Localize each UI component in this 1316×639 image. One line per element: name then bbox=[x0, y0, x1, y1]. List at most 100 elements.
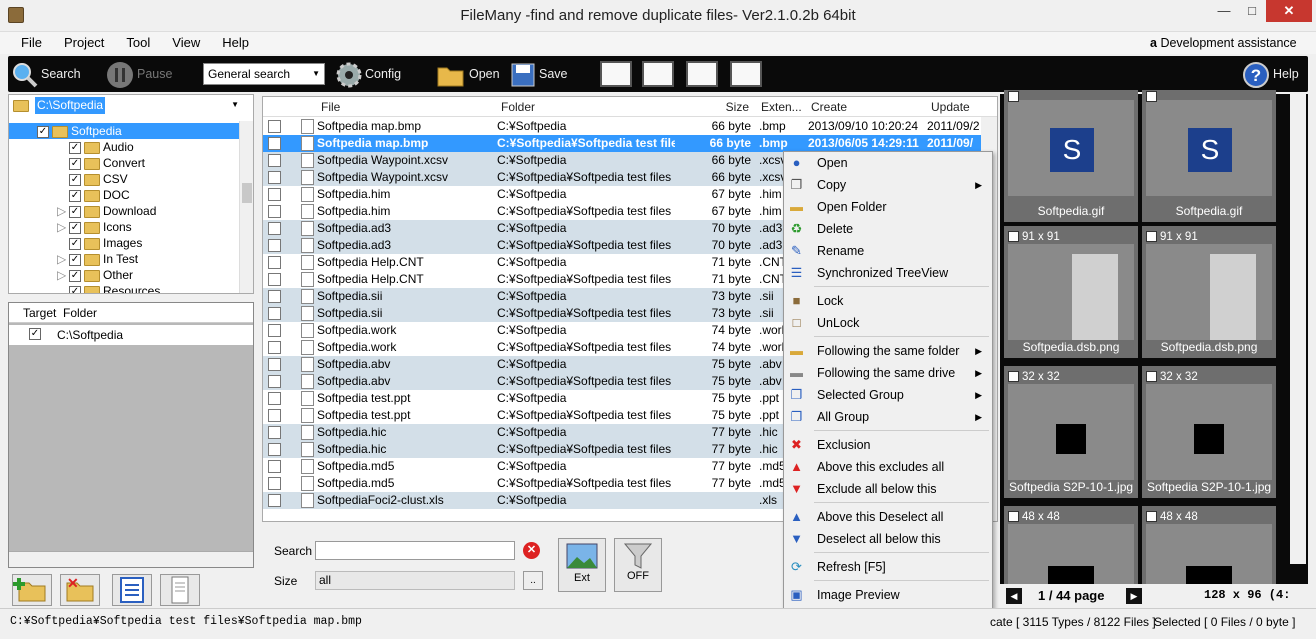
row-checkbox[interactable] bbox=[268, 307, 281, 320]
thumbnail-item[interactable]: S Softpedia.gif bbox=[1142, 90, 1276, 222]
checkbox[interactable]: ✓ bbox=[69, 205, 81, 218]
column-header-folder[interactable]: Folder bbox=[495, 97, 675, 117]
row-checkbox[interactable] bbox=[268, 409, 281, 422]
thumbnail-item[interactable]: S Softpedia.gif bbox=[1004, 90, 1138, 222]
thumbnail-checkbox[interactable] bbox=[1146, 511, 1157, 523]
context-menu-item[interactable]: ▲ Above this excludes all bbox=[784, 456, 992, 478]
thumbnail-item[interactable]: 32 x 32 Softpedia S2P-10-1.jpg bbox=[1004, 366, 1138, 498]
save-button[interactable]: Save bbox=[510, 56, 568, 92]
thumbnail-checkbox[interactable] bbox=[1008, 91, 1019, 103]
thumbnail-checkbox[interactable] bbox=[1008, 511, 1019, 523]
tree-item[interactable]: ▷ ✓ Icons bbox=[57, 219, 132, 235]
minimize-button[interactable]: — bbox=[1210, 0, 1238, 22]
ext-filter-button[interactable]: Ext bbox=[558, 538, 606, 592]
row-checkbox[interactable] bbox=[268, 205, 281, 218]
checkbox[interactable]: ✓ bbox=[69, 269, 81, 282]
list-view-button[interactable] bbox=[112, 574, 152, 606]
expand-icon[interactable]: ▷ bbox=[57, 251, 69, 267]
context-menu-item[interactable]: ▬ Following the same drive ▶ bbox=[784, 362, 992, 384]
help-button[interactable]: ? Help bbox=[1242, 56, 1299, 92]
expand-icon[interactable]: ▷ bbox=[57, 203, 69, 219]
menu-tool[interactable]: Tool bbox=[115, 32, 161, 54]
clear-search-button[interactable]: ✕ bbox=[523, 542, 540, 559]
column-header-size[interactable]: Size bbox=[675, 97, 751, 117]
column-header-update[interactable]: Update bbox=[923, 97, 997, 117]
row-checkbox[interactable] bbox=[268, 426, 281, 439]
context-menu-item[interactable]: ♻ Delete bbox=[784, 218, 992, 240]
row-checkbox[interactable] bbox=[268, 358, 281, 371]
thumbnail-item[interactable]: 32 x 32 Softpedia S2P-10-1.jpg bbox=[1142, 366, 1276, 498]
scroll-thumb[interactable] bbox=[242, 183, 252, 203]
target-row[interactable]: ✓ C:\Softpedia bbox=[9, 325, 253, 345]
search-button[interactable]: Search bbox=[12, 56, 81, 92]
thumbnail-checkbox[interactable] bbox=[1008, 371, 1019, 383]
row-checkbox[interactable] bbox=[268, 188, 281, 201]
thumbnail-item[interactable]: 91 x 91 Softpedia.dsb.png bbox=[1004, 226, 1138, 358]
row-checkbox[interactable] bbox=[268, 392, 281, 405]
layout-button-1[interactable] bbox=[600, 61, 632, 87]
context-menu-item[interactable]: ⟳ Refresh [F5] bbox=[784, 556, 992, 578]
tree-item[interactable]: ✓ CSV bbox=[69, 171, 128, 187]
tree-item[interactable]: ✓ Convert bbox=[69, 155, 145, 171]
maximize-button[interactable]: □ bbox=[1238, 0, 1266, 22]
tree-item[interactable]: ▷ ✓ Download bbox=[57, 203, 156, 219]
tree-item[interactable]: ✓ DOC bbox=[69, 187, 130, 203]
row-checkbox[interactable] bbox=[268, 273, 281, 286]
menu-view[interactable]: View bbox=[161, 32, 211, 54]
next-page-button[interactable]: ▶ bbox=[1126, 588, 1142, 604]
layout-button-2[interactable] bbox=[642, 61, 674, 87]
filter-off-button[interactable]: OFF bbox=[614, 538, 662, 592]
thumbnail-checkbox[interactable] bbox=[1008, 231, 1019, 243]
checkbox[interactable]: ✓ bbox=[69, 253, 81, 266]
location-combo[interactable]: C:\Softpedia ▼ bbox=[11, 97, 241, 115]
checkbox[interactable]: ✓ bbox=[69, 189, 81, 202]
thumbnail-size[interactable]: 128 x 96 (4: bbox=[1204, 588, 1290, 602]
menu-project[interactable]: Project bbox=[53, 32, 115, 54]
checkbox[interactable]: ✓ bbox=[69, 221, 81, 234]
context-menu-item[interactable]: ☰ Synchronized TreeView bbox=[784, 262, 992, 284]
tree-item[interactable]: ▷ ✓ In Test bbox=[57, 251, 138, 267]
context-menu-item[interactable]: ▬ Open Folder bbox=[784, 196, 992, 218]
checkbox[interactable]: ✓ bbox=[69, 237, 81, 250]
context-menu-item[interactable]: ✖ Exclusion bbox=[784, 434, 992, 456]
target-scrollbar[interactable] bbox=[9, 551, 253, 567]
row-checkbox[interactable] bbox=[268, 290, 281, 303]
column-header-create[interactable]: Create bbox=[803, 97, 923, 117]
tree-item[interactable]: ✓ Resources bbox=[69, 283, 160, 293]
row-checkbox[interactable] bbox=[268, 375, 281, 388]
context-menu-item[interactable]: ■ Lock bbox=[784, 290, 992, 312]
layout-button-4[interactable] bbox=[730, 61, 762, 87]
expand-icon[interactable]: ▷ bbox=[57, 219, 69, 235]
row-checkbox[interactable] bbox=[268, 494, 281, 507]
remove-folder-button[interactable]: ✕ bbox=[60, 574, 100, 606]
checkbox[interactable]: ✓ bbox=[69, 141, 81, 154]
context-menu-item[interactable]: ❐ Selected Group ▶ bbox=[784, 384, 992, 406]
context-menu-item[interactable]: ▼ Exclude all below this bbox=[784, 478, 992, 500]
thumbnail-checkbox[interactable] bbox=[1146, 231, 1157, 243]
thumbnail-checkbox[interactable] bbox=[1146, 91, 1157, 103]
context-menu-item[interactable]: ▲ Above this Deselect all bbox=[784, 506, 992, 528]
checkbox[interactable]: ✓ bbox=[69, 157, 81, 170]
menu-file[interactable]: File bbox=[10, 32, 53, 54]
context-menu-item[interactable]: ▼ Deselect all below this bbox=[784, 528, 992, 550]
expand-icon[interactable]: ▷ bbox=[57, 267, 69, 283]
row-checkbox[interactable] bbox=[268, 120, 281, 133]
context-menu-item[interactable]: ❐ Copy ▶ bbox=[784, 174, 992, 196]
open-button[interactable]: Open bbox=[436, 56, 500, 92]
context-menu-item[interactable]: ✎ Rename bbox=[784, 240, 992, 262]
row-checkbox[interactable] bbox=[268, 171, 281, 184]
context-menu-item[interactable]: ▣ Image Preview bbox=[784, 584, 992, 606]
size-field[interactable]: all bbox=[315, 571, 515, 590]
config-button[interactable]: Config bbox=[336, 56, 401, 92]
row-checkbox[interactable] bbox=[268, 154, 281, 167]
checkbox[interactable]: ✓ bbox=[69, 285, 81, 293]
row-checkbox[interactable] bbox=[268, 256, 281, 269]
tree-item[interactable]: ▷ ✓ Other bbox=[57, 267, 133, 283]
document-button[interactable] bbox=[160, 574, 200, 606]
row-checkbox[interactable] bbox=[268, 443, 281, 456]
row-checkbox[interactable] bbox=[268, 341, 281, 354]
checkbox[interactable]: ✓ bbox=[69, 173, 81, 186]
size-options-button[interactable]: .. bbox=[523, 571, 543, 590]
menu-help[interactable]: Help bbox=[211, 32, 260, 54]
tree-item[interactable]: ✓ Audio bbox=[69, 139, 134, 155]
